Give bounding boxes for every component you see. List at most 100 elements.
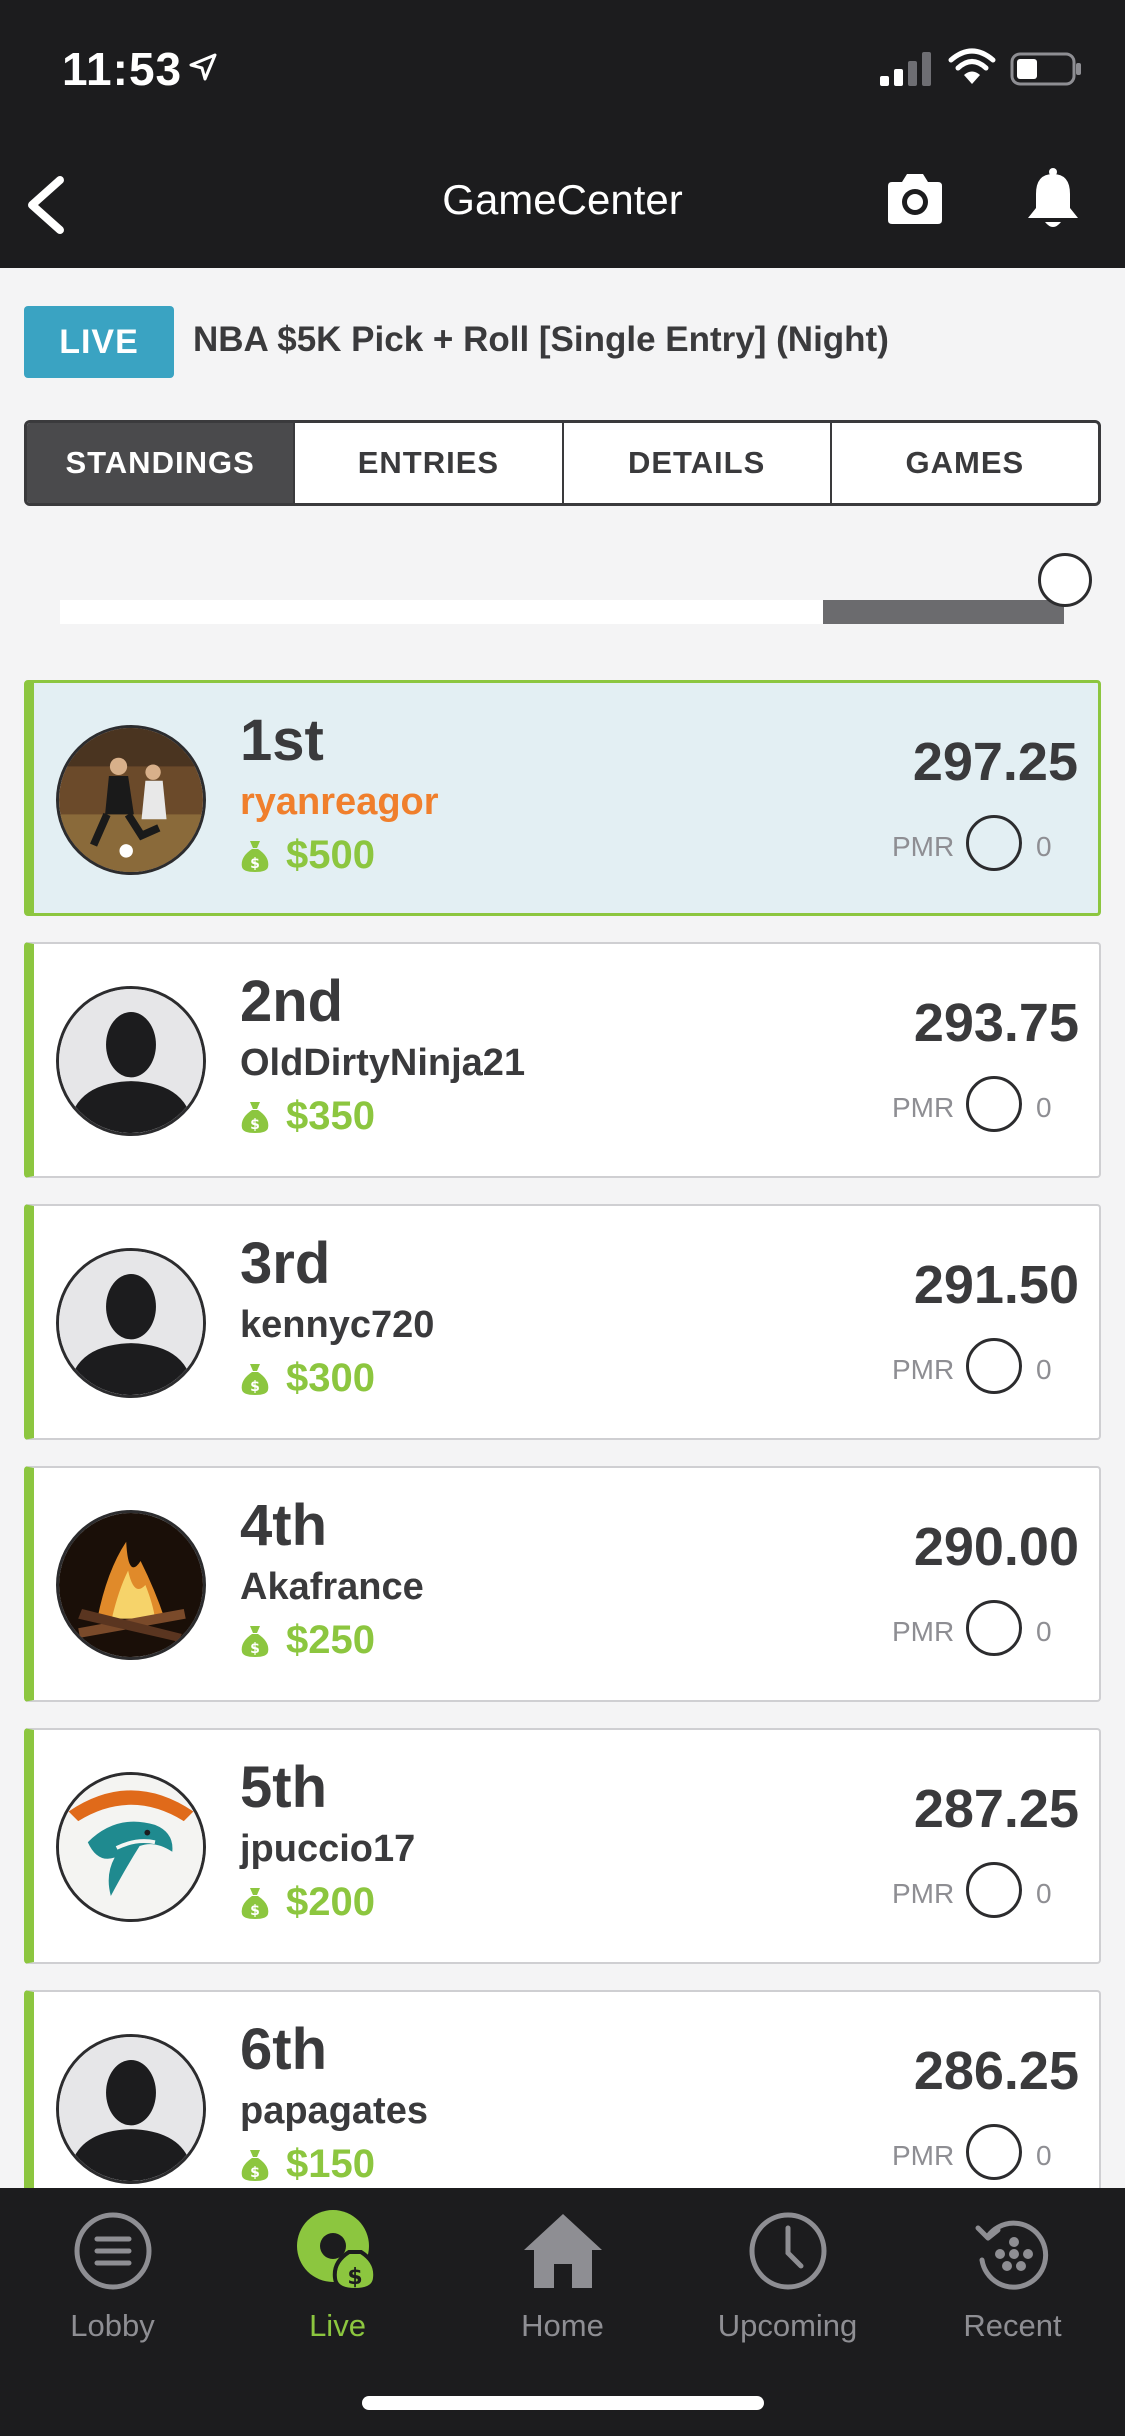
live-badge: LIVE xyxy=(24,306,174,378)
tabbar-item-live[interactable]: $ Live xyxy=(225,2208,450,2348)
prize-amount: $ $500 xyxy=(240,833,375,878)
username[interactable]: OldDirtyNinja21 xyxy=(240,1042,525,1085)
money-bag-icon: $ xyxy=(241,1887,269,1919)
tabbar-label: Upcoming xyxy=(717,2308,858,2343)
prize-amount: $ $300 xyxy=(240,1356,375,1401)
battery-icon xyxy=(1010,52,1081,86)
tabbar-label: Recent xyxy=(963,2308,1062,2343)
default-avatar-silhouette xyxy=(59,1251,203,1395)
rank-label: 1st xyxy=(240,708,324,773)
prize-value: $500 xyxy=(286,833,375,877)
tab-details[interactable]: DETAILS xyxy=(561,423,830,503)
user-avatar xyxy=(56,725,206,875)
prize-amount: $ $200 xyxy=(240,1880,375,1925)
username[interactable]: jpuccio17 xyxy=(240,1828,415,1871)
pmr-label: PMR xyxy=(892,1092,955,1123)
money-bag-icon: $ xyxy=(241,840,269,872)
standing-row-1[interactable]: 1st ryanreagor $ $500 297.25 PMR 0 xyxy=(24,680,1101,916)
home-indicator xyxy=(362,2396,764,2410)
pmr-progress-ring xyxy=(966,1600,1022,1656)
svg-text:$: $ xyxy=(347,2265,362,2290)
page-title: GameCenter xyxy=(442,176,683,223)
pmr-progress-ring xyxy=(966,1076,1022,1132)
standings-list: 1st ryanreagor $ $500 297.25 PMR 0 2nd O… xyxy=(24,680,1101,2188)
contest-title: NBA $5K Pick + Roll [Single Entry] (Nigh… xyxy=(193,320,889,359)
svg-text:$: $ xyxy=(250,1641,260,1657)
prize-amount: $ $350 xyxy=(240,1094,375,1139)
standing-row-2[interactable]: 2nd OldDirtyNinja21 $ $350 293.75 PMR 0 xyxy=(24,942,1101,1178)
dolphin-logo-image xyxy=(59,1775,203,1919)
slider-handle[interactable] xyxy=(1038,553,1092,607)
house-icon xyxy=(523,2214,602,2288)
default-avatar-silhouette xyxy=(59,989,203,1133)
rank-label: 5th xyxy=(240,1755,327,1820)
rank-label: 6th xyxy=(240,2017,327,2082)
prize-amount: $ $250 xyxy=(240,1618,375,1663)
tabbar-label: Lobby xyxy=(70,2308,155,2343)
money-bag-icon: $ xyxy=(241,1625,269,1657)
wifi-icon xyxy=(948,48,996,84)
fantasy-score: 297.25 xyxy=(912,732,1078,792)
username[interactable]: ryanreagor xyxy=(240,781,439,824)
history-icon xyxy=(975,2220,1048,2290)
pmr-value: 0 xyxy=(1036,1878,1052,1909)
tabbar-item-home[interactable]: Home xyxy=(450,2208,675,2348)
segmented-tabs: STANDINGS ENTRIES DETAILS GAMES xyxy=(24,420,1101,506)
fantasy-score: 287.25 xyxy=(913,1779,1079,1839)
clock-icon xyxy=(749,2212,826,2290)
pmr-value: 0 xyxy=(1036,1354,1052,1385)
pmr-label: PMR xyxy=(892,1354,955,1385)
slider-fill xyxy=(823,600,1064,624)
live-money-icon: $ xyxy=(296,2210,377,2293)
tabbar-label: Home xyxy=(521,2308,604,2343)
pmr-label: PMR xyxy=(892,1616,955,1647)
status-bar: 11:53 xyxy=(0,0,1125,140)
location-arrow-icon xyxy=(189,53,217,81)
tabbar-item-recent[interactable]: Recent xyxy=(900,2208,1125,2348)
standings-range-slider[interactable] xyxy=(60,600,1064,624)
svg-text:$: $ xyxy=(250,1117,260,1133)
user-avatar xyxy=(56,1772,206,1922)
cellular-signal-icon xyxy=(880,52,931,86)
tabbar-item-upcoming[interactable]: Upcoming xyxy=(675,2208,900,2348)
user-avatar xyxy=(56,1248,206,1398)
tab-standings[interactable]: STANDINGS xyxy=(27,423,294,503)
fantasy-score: 293.75 xyxy=(913,993,1079,1053)
username[interactable]: papagates xyxy=(240,2090,428,2133)
camera-icon[interactable] xyxy=(884,170,946,228)
tab-entries[interactable]: ENTRIES xyxy=(293,423,561,503)
standing-row-6[interactable]: 6th papagates $ $150 286.25 PMR 0 xyxy=(24,1990,1101,2188)
user-avatar xyxy=(56,2034,206,2184)
rank-label: 3rd xyxy=(240,1231,331,1296)
prize-value: $350 xyxy=(286,1094,375,1138)
user-avatar xyxy=(56,986,206,1136)
standing-row-5[interactable]: 5th jpuccio17 $ $200 287.25 PMR 0 xyxy=(24,1728,1101,1964)
money-bag-icon: $ xyxy=(241,1101,269,1133)
standing-row-4[interactable]: 4th Akafrance $ $250 290.00 PMR 0 xyxy=(24,1466,1101,1702)
rank-label: 2nd xyxy=(240,969,344,1034)
pmr-progress-ring xyxy=(966,1862,1022,1918)
tab-games[interactable]: GAMES xyxy=(829,423,1098,503)
prize-amount: $ $150 xyxy=(240,2142,375,2187)
username[interactable]: kennyc720 xyxy=(240,1304,434,1347)
svg-text:$: $ xyxy=(250,1379,260,1395)
fantasy-score: 290.00 xyxy=(913,1517,1079,1577)
pmr-label: PMR xyxy=(892,1878,955,1909)
svg-text:$: $ xyxy=(250,856,260,872)
pmr-value: 0 xyxy=(1036,2140,1052,2171)
pmr-label: PMR xyxy=(892,831,955,862)
soccer-photo-image xyxy=(59,728,203,872)
tabbar-label: Live xyxy=(309,2308,366,2343)
money-bag-icon: $ xyxy=(241,2149,269,2181)
pmr-progress-ring xyxy=(966,815,1022,871)
prize-value: $150 xyxy=(286,2142,375,2186)
prize-value: $200 xyxy=(286,1880,375,1924)
username[interactable]: Akafrance xyxy=(240,1566,424,1609)
tabbar-item-lobby[interactable]: Lobby xyxy=(0,2208,225,2348)
pmr-value: 0 xyxy=(1036,831,1052,862)
fantasy-score: 286.25 xyxy=(913,2041,1079,2101)
menu-circle-icon xyxy=(74,2212,151,2290)
standing-row-3[interactable]: 3rd kennyc720 $ $300 291.50 PMR 0 xyxy=(24,1204,1101,1440)
fantasy-score: 291.50 xyxy=(913,1255,1079,1315)
notification-bell-icon[interactable] xyxy=(1024,166,1082,232)
